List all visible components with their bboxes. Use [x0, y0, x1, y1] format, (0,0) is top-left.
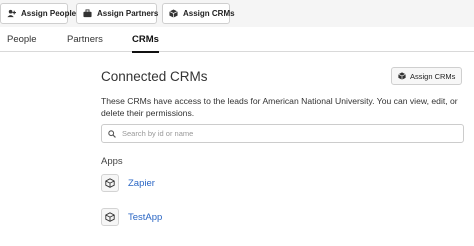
assign-people-button[interactable]: Assign People	[0, 3, 76, 24]
apps-heading: Apps	[101, 156, 123, 167]
tab-partners-label: Partners	[67, 34, 103, 45]
cube-icon	[398, 72, 406, 80]
tab-people[interactable]: People	[7, 27, 37, 52]
assign-partners-label: Assign Partners	[97, 9, 159, 18]
app-icon-container	[101, 208, 119, 226]
app-link-testapp[interactable]: TestApp	[128, 212, 162, 223]
tab-crms-label: CRMs	[132, 33, 159, 45]
tab-crms[interactable]: CRMs	[132, 27, 159, 53]
cube-icon	[169, 9, 178, 18]
cube-outline-icon	[105, 212, 115, 222]
tab-bar: People Partners CRMs	[0, 27, 474, 53]
search-box	[101, 124, 464, 143]
assign-partners-button[interactable]: Assign Partners	[76, 3, 159, 24]
app-icon-container	[101, 174, 119, 192]
assign-people-label: Assign People	[21, 9, 77, 18]
search-input[interactable]	[122, 129, 442, 138]
page-description: These CRMs have access to the leads for …	[101, 96, 458, 118]
person-plus-icon	[7, 9, 16, 18]
assign-crms-label: Assign CRMs	[410, 71, 456, 81]
assign-crms-toolbar-button[interactable]: Assign CRMs	[162, 3, 235, 24]
assign-crms-toolbar-label: Assign CRMs	[183, 9, 235, 18]
page-title: Connected CRMs	[101, 69, 208, 84]
list-item-testapp: TestApp	[101, 207, 162, 227]
assign-crms-button[interactable]: Assign CRMs	[391, 67, 462, 85]
list-item-zapier: Zapier	[101, 173, 155, 193]
search-icon	[108, 129, 116, 138]
briefcase-icon	[83, 9, 92, 18]
tab-people-label: People	[7, 34, 37, 45]
cube-outline-icon	[105, 178, 115, 188]
top-toolbar: Assign People Assign Partners Assign CRM…	[0, 0, 474, 27]
app-link-zapier[interactable]: Zapier	[128, 178, 155, 189]
tab-partners[interactable]: Partners	[67, 27, 103, 52]
